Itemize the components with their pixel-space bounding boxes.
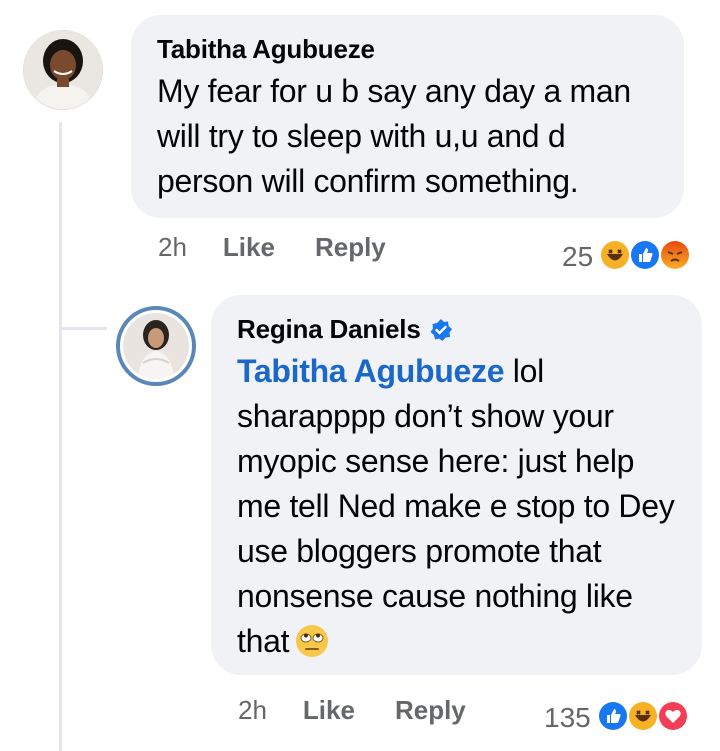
like-button[interactable]: Like [223,232,275,263]
reply-button[interactable]: Reply [315,232,386,263]
reply-body: lol sharapppp don’t show your myopic sen… [237,353,675,659]
like-button[interactable]: Like [303,695,355,726]
reply-author-name[interactable]: Regina Daniels [237,313,421,345]
comment-author[interactable]: Tabitha Agubueze [157,33,658,65]
avatar[interactable] [116,306,196,386]
reaction-summary[interactable]: 25 [562,239,696,275]
comment-actions: 2h Like Reply [158,232,386,263]
mention-link[interactable]: Tabitha Agubueze [237,353,505,389]
comment-text: My fear for u b say any day a man will t… [157,73,631,199]
reply-timestamp[interactable]: 2h [238,695,267,726]
reaction-summary[interactable]: 135 [544,700,693,736]
thread-line [59,122,62,751]
reply-author: Regina Daniels [237,313,676,345]
avatar[interactable] [23,30,103,110]
comment-bubble: Tabitha Agubueze My fear for u b say any… [131,15,684,218]
reply-branch-line [59,327,107,330]
avatar-photo [24,31,102,109]
love-icon [656,700,693,736]
angry-icon [659,239,696,275]
reply-bubble: Regina Daniels Tabitha Agubueze lol shar… [211,295,702,675]
eye-roll-emoji-icon [295,624,329,658]
comment-timestamp[interactable]: 2h [158,232,187,263]
verified-badge-icon [429,317,453,341]
reaction-count: 25 [562,241,594,272]
reply-text: Tabitha Agubueze lol sharapppp don’t sho… [237,349,676,664]
avatar-photo [123,313,189,379]
reaction-count: 135 [544,702,591,733]
reply-actions: 2h Like Reply [238,695,466,726]
reply-button[interactable]: Reply [395,695,466,726]
